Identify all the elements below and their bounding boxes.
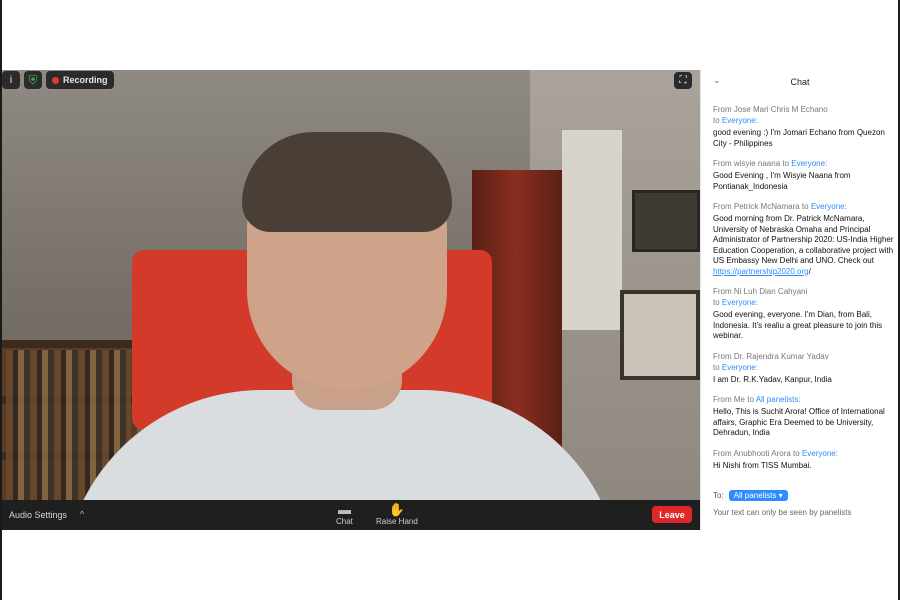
chat-message: From wisyie naana to Everyone: Good Even… xyxy=(713,158,895,192)
message-sender: From Ni Luh Dian Cahyani xyxy=(713,287,808,296)
chat-message: From Dr. Rajendra Kumar Yadav to Everyone… xyxy=(713,351,895,386)
speaker-hair xyxy=(242,132,452,232)
message-sender: From Me to xyxy=(713,395,754,404)
message-link[interactable]: https://partnership2020.org xyxy=(713,267,809,276)
chat-message: From Petrick McNamara to Everyone: Good … xyxy=(713,202,894,276)
message-text: Hello, This is Suchit Arora! Office of I… xyxy=(713,407,885,437)
video-feed xyxy=(2,70,700,530)
message-to-prefix: to xyxy=(713,362,720,372)
message-recipient: Everyone xyxy=(721,298,756,307)
info-icon[interactable]: i xyxy=(2,71,20,89)
message-sender: From Petrick McNamara to xyxy=(713,202,809,211)
zoom-window: i ⛨ Recording ⛶ Audio Settings ^ ▬ Chat … xyxy=(0,0,900,600)
message-recipient: Everyone xyxy=(810,202,845,211)
fullscreen-icon[interactable]: ⛶ xyxy=(674,72,692,89)
raise-hand-button[interactable]: ✋ Raise Hand xyxy=(376,502,418,526)
recording-dot-icon xyxy=(52,76,59,84)
chevron-down-icon: ▾ xyxy=(778,491,783,500)
message-text: Good evening, everyone. I'm Dian, from B… xyxy=(713,310,883,340)
message-sender: From Anubhooti Arora to xyxy=(713,448,800,458)
chat-button[interactable]: ▬ Chat xyxy=(336,502,353,526)
hand-icon: ✋ xyxy=(388,502,405,517)
message-text: I am Dr. R.K.Yadav, Kanpur, India xyxy=(713,374,832,384)
audio-settings-caret-icon[interactable]: ^ xyxy=(80,509,84,519)
message-sender: From Jose Mari Chris M Echano xyxy=(713,105,828,114)
audio-settings-button[interactable]: Audio Settings xyxy=(9,510,67,520)
message-sender: From wisyie naana to xyxy=(713,159,790,168)
message-recipient: Everyone xyxy=(721,116,756,125)
chat-message: From Anubhooti Arora to Everyone: Hi Nis… xyxy=(713,448,895,472)
shield-icon[interactable]: ⛨ xyxy=(24,71,42,89)
recipient-dropdown[interactable]: All panelists ▾ xyxy=(728,490,788,501)
raise-hand-label: Raise Hand xyxy=(376,517,418,526)
message-recipient: Everyone xyxy=(801,448,836,458)
leave-button[interactable]: Leave xyxy=(652,506,692,523)
message-text: Good Evening , I'm Wisyie Naana from Pon… xyxy=(713,171,851,191)
recording-indicator: Recording xyxy=(46,71,114,89)
video-window xyxy=(562,130,622,330)
message-recipient: Everyone xyxy=(721,362,756,372)
message-link-suffix: / xyxy=(808,266,811,276)
chat-title: Chat xyxy=(790,77,810,87)
chat-panel: ⌄ Chat From Jose Mari Chris M Echano to E… xyxy=(700,70,898,530)
chat-header: ⌄ Chat xyxy=(701,70,899,94)
recording-label: Recording xyxy=(63,75,108,85)
video-wall-picture xyxy=(632,190,700,252)
chat-message: From Jose Mari Chris M Echano to Everyone… xyxy=(713,104,895,149)
chat-message-list[interactable]: From Jose Mari Chris M Echano to Everyone… xyxy=(713,104,895,480)
visibility-note: Your text can only be seen by panelists xyxy=(713,508,852,517)
chat-message: From Ni Luh Dian Cahyani to Everyone: Goo… xyxy=(713,286,895,342)
chat-button-label: Chat xyxy=(336,517,353,526)
message-to-prefix: to xyxy=(713,116,720,125)
message-text: good evening :) I'm Jomari Echano from Q… xyxy=(713,128,885,148)
chat-icon: ▬ xyxy=(337,502,351,517)
recipient-row: To: All panelists ▾ xyxy=(713,490,788,501)
chat-message: From Me to All panelists: Hello, This is… xyxy=(713,394,895,439)
message-recipient: All panelists xyxy=(755,395,799,404)
video-wall-map xyxy=(620,290,700,380)
to-label: To: xyxy=(713,491,724,500)
message-text: Hi Nishi from TISS Mumbai. xyxy=(713,460,812,470)
recipient-value: All panelists xyxy=(733,491,777,500)
message-to-prefix: to xyxy=(713,298,720,307)
message-recipient: Everyone xyxy=(791,159,826,168)
meeting-status-bar: i ⛨ Recording xyxy=(2,71,114,89)
message-text: Good morning from Dr. Patrick McNamara, … xyxy=(713,214,894,265)
message-sender: From Dr. Rajendra Kumar Yadav xyxy=(713,351,829,361)
meeting-toolbar: Audio Settings ^ ▬ Chat ✋ Raise Hand Lea… xyxy=(2,500,700,530)
